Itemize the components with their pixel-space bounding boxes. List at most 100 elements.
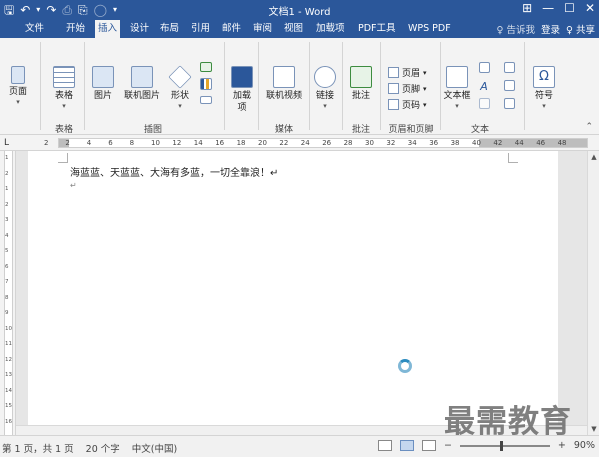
header-button[interactable]: 页眉 ▾ [388,66,427,79]
wordart-button[interactable]: A [475,80,493,93]
wordart-icon: A [480,80,488,93]
window-title: 文档1 - Word [268,7,331,18]
tab-wps-pdf[interactable]: WPS PDF [405,20,454,38]
symbol-button[interactable]: Ω 符号 ▾ [530,66,558,110]
paragraph-mark[interactable]: ↵ [70,181,77,190]
signature-line-button[interactable] [500,62,518,75]
smartart-button[interactable] [196,62,216,74]
tab-review[interactable]: 审阅 [250,20,275,38]
object-button[interactable] [500,98,518,111]
login-link[interactable]: 登录 [541,22,560,36]
online-video-button[interactable]: 联机视频 [262,66,306,102]
table-icon [53,66,75,88]
language-indicator[interactable]: 中文(中国) [132,441,177,455]
window-controls: ⊞ — ☐ ✕ [522,1,595,15]
chevron-down-icon: ▾ [423,68,427,77]
tab-home[interactable]: 开始 [63,20,88,38]
ruler-tick-label: 42 [493,139,503,147]
zoom-slider[interactable] [459,440,550,451]
zoom-in-button[interactable]: + [558,440,566,451]
share-button[interactable]: ♀ 共享 [566,22,595,36]
ribbon-separator [258,42,259,130]
chart-button[interactable] [196,78,216,92]
tab-mailings[interactable]: 邮件 [219,20,244,38]
tab-view[interactable]: 视图 [281,20,306,38]
link-button[interactable]: 链接 ▾ [312,66,338,110]
ruler-tick-label: 36 [429,139,439,147]
zoom-out-button[interactable]: − [444,440,452,451]
watermark-text: 最需教育 [444,404,572,440]
shapes-button[interactable]: 形状 ▾ [166,65,194,110]
tab-layout[interactable]: 布局 [157,20,182,38]
print-layout-icon[interactable] [399,440,414,451]
ribbon-separator [40,42,41,130]
vertical-scrollbar[interactable]: ▲ ▼ [587,151,599,435]
footer-button[interactable]: 页脚 ▾ [388,82,427,95]
vertical-ruler-tick-label: 16 [5,418,12,425]
date-time-button[interactable] [500,80,518,93]
tab-file[interactable]: 文件 [22,20,47,38]
shapes-icon [168,65,192,89]
scroll-up-icon[interactable]: ▲ [588,151,599,163]
word-count[interactable]: 20 个字 [86,441,120,455]
minimize-icon[interactable]: — [542,1,554,15]
comment-button[interactable]: 批注 [348,66,374,102]
addins-button[interactable]: 加载 项 [230,66,254,114]
ruler-tick-label: 12 [172,139,182,147]
ribbon-separator [342,42,343,130]
smartart-icon [200,62,212,72]
quick-parts-button[interactable] [475,62,493,75]
zoom-level[interactable]: 90% [574,440,595,451]
pages-icon [11,66,25,84]
read-mode-icon[interactable] [377,440,392,451]
vertical-ruler: 1 2 1 2 3 4 5 6 7 8 9 10 11 12 13 14 15 16 [0,151,16,435]
vertical-ruler-tick-label: 15 [5,403,12,409]
textbox-button[interactable]: 文本框 ▾ [443,66,471,110]
close-icon[interactable]: ✕ [585,1,595,15]
page-count[interactable]: 第 1 页，共 1 页 [2,441,74,455]
tab-pdf-tools[interactable]: PDF工具 [355,20,399,38]
chevron-down-icon: ▾ [16,98,20,106]
chart-icon [200,78,212,90]
pages-button[interactable]: 页面 ▾ [6,66,30,106]
quick-parts-icon [478,62,490,73]
document-page[interactable]: 海蓝蓝、天蓝蓝、大海有多蓝，一切全靠浪！↵ ↵ [28,151,558,426]
tell-me-search[interactable]: ♀ 告诉我 [497,22,535,36]
ribbon-separator [380,42,381,130]
online-picture-button[interactable]: 联机图片 [120,66,164,102]
vertical-ruler-tick-label: 2 [5,201,9,208]
document-canvas[interactable]: 海蓝蓝、天蓝蓝、大海有多蓝，一切全靠浪！↵ ↵ [16,151,587,435]
web-layout-icon[interactable] [421,440,436,451]
ruler-tick-label: 46 [536,139,546,147]
document-text-line[interactable]: 海蓝蓝、天蓝蓝、大海有多蓝，一切全靠浪！↵ [70,164,278,179]
table-button[interactable]: 表格 ▾ [50,66,78,110]
page-number-button[interactable]: 页码 ▾ [388,98,427,111]
ribbon-separator [84,42,85,130]
chevron-down-icon: ▾ [542,102,546,110]
tab-insert[interactable]: 插入 [95,20,121,38]
zoom-slider-handle[interactable] [499,440,503,451]
ruler-tick-label: 38 [450,139,460,147]
footer-icon [388,83,399,94]
vertical-ruler-tick-label: 10 [5,325,12,332]
ruler-tick-label: 10 [151,139,160,147]
group-label-header-footer: 页眉和页脚 [388,125,434,135]
ribbon-display-options-icon[interactable]: ⊞ [522,1,532,15]
tab-design[interactable]: 设计 [127,20,152,38]
picture-button[interactable]: 图片 [90,66,116,102]
drop-cap-button[interactable] [475,98,493,111]
vertical-ruler-tick-label: 9 [5,310,9,316]
picture-icon [92,66,114,88]
collapse-ribbon-icon[interactable]: ⌃ [585,122,593,132]
scroll-down-icon[interactable]: ▼ [588,423,599,435]
tab-references[interactable]: 引用 [188,20,213,38]
maximize-icon[interactable]: ☐ [564,1,575,15]
screenshot-button[interactable] [196,96,216,106]
horizontal-ruler[interactable]: L 2 2 4 6 8 10 12 14 16 18 20 22 24 26 28 30 32 34 36 38 40 4… [0,135,599,151]
tab-selector[interactable]: L [4,138,9,148]
ruler-tick-label: 18 [236,139,246,147]
vertical-ruler-tick-label: 5 [5,248,9,254]
tab-addins[interactable]: 加载项 [313,20,348,38]
ruler-tick-label: 4 [86,139,92,147]
ruler-tick-label: 16 [215,139,225,147]
